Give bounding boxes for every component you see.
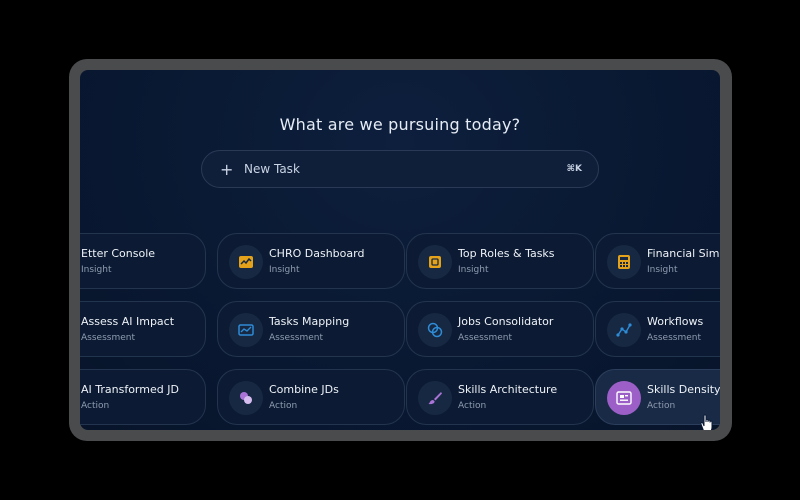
card-subtitle: Insight xyxy=(269,265,300,275)
card-title: Assess AI Impact xyxy=(81,315,175,328)
card-title: Jobs Consolidator xyxy=(458,315,554,328)
card-title: Tasks Mapping xyxy=(269,315,350,328)
brush-icon xyxy=(418,381,452,415)
card-title: Combine JDs xyxy=(269,383,339,396)
calculator-icon xyxy=(607,245,641,279)
card-title: Workflows xyxy=(647,315,704,328)
card-assess-ai-impact[interactable]: Assess AI Impact Assessment xyxy=(80,301,206,357)
card-subtitle: Assessment xyxy=(458,333,512,343)
workflow-icon xyxy=(607,313,641,347)
merge-circles-icon xyxy=(418,313,452,347)
card-etter-console[interactable]: Etter Console Insight xyxy=(80,233,206,289)
card-subtitle: Insight xyxy=(81,265,112,275)
card-title: Skills Density & xyxy=(647,383,720,396)
shortcut-hint: ⌘K xyxy=(566,164,582,174)
card-workflows[interactable]: Workflows Assessment xyxy=(595,301,720,357)
card-title: Skills Architecture xyxy=(458,383,558,396)
page-heading: What are we pursuing today? xyxy=(279,115,521,134)
trophy-icon xyxy=(418,245,452,279)
card-subtitle: Assessment xyxy=(81,333,135,343)
tasks-chart-icon xyxy=(229,313,263,347)
card-subtitle: Assessment xyxy=(269,333,323,343)
card-financial-simulation[interactable]: Financial Simu Insight xyxy=(595,233,720,289)
new-task-label: New Task xyxy=(244,162,300,176)
card-title: Financial Simu xyxy=(647,247,720,260)
card-subtitle: Action xyxy=(458,401,487,411)
card-jobs-consolidator[interactable]: Jobs Consolidator Assessment xyxy=(406,301,594,357)
card-combine-jds[interactable]: Combine JDs Action xyxy=(217,369,405,425)
card-tasks-mapping[interactable]: Tasks Mapping Assessment xyxy=(217,301,405,357)
card-title: AI Transformed JD xyxy=(81,383,179,396)
new-task-input[interactable]: + New Task ⌘K xyxy=(201,150,599,188)
card-ai-transformed-jd[interactable]: AI Transformed JD Action xyxy=(80,369,206,425)
hand-cursor-icon xyxy=(697,413,720,430)
card-title: Etter Console xyxy=(81,247,156,260)
card-subtitle: Insight xyxy=(458,265,489,275)
card-subtitle: Assessment xyxy=(647,333,701,343)
density-icon xyxy=(607,381,641,415)
card-top-roles-tasks[interactable]: Top Roles & Tasks Insight xyxy=(406,233,594,289)
card-title: CHRO Dashboard xyxy=(269,247,365,260)
card-chro-dashboard[interactable]: CHRO Dashboard Insight xyxy=(217,233,405,289)
card-title: Top Roles & Tasks xyxy=(458,247,555,260)
plus-icon: + xyxy=(220,159,234,179)
card-subtitle: Action xyxy=(647,401,676,411)
card-skills-architecture[interactable]: Skills Architecture Action xyxy=(406,369,594,425)
card-subtitle: Insight xyxy=(647,265,678,275)
combine-icon xyxy=(229,381,263,415)
chart-line-icon xyxy=(229,245,263,279)
card-subtitle: Action xyxy=(81,401,110,411)
app-screen: What are we pursuing today? + New Task ⌘… xyxy=(80,70,720,430)
card-subtitle: Action xyxy=(269,401,298,411)
